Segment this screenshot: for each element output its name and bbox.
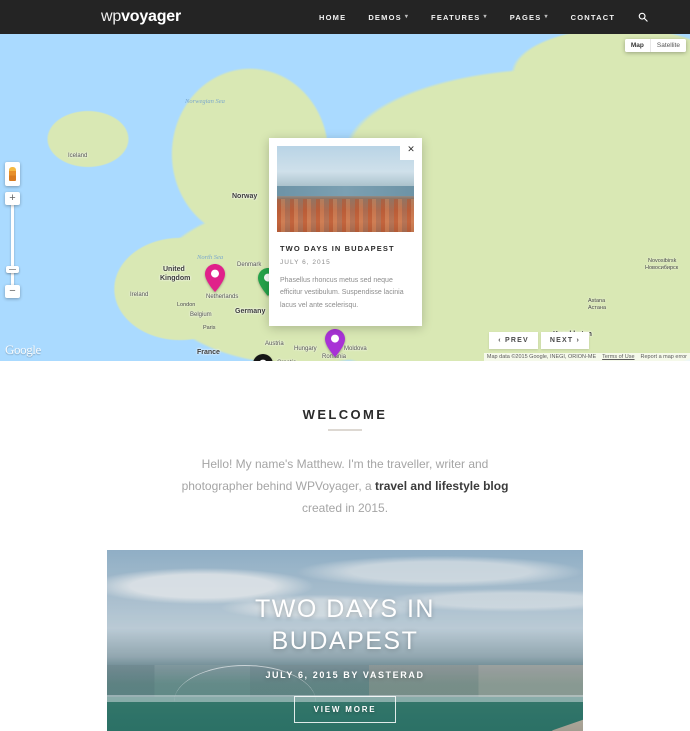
welcome-intro-highlight[interactable]: travel and lifestyle blog [375, 479, 508, 493]
map-country-label: Kingdom [160, 275, 191, 282]
popup-thumbnail-image [277, 146, 414, 232]
google-logo: Google [5, 342, 41, 357]
pegman-streetview-icon[interactable] [5, 162, 20, 186]
chevron-down-icon: ▾ [544, 13, 549, 20]
marker-romania[interactable] [325, 329, 345, 357]
terms-of-use-link[interactable]: Terms of Use [599, 353, 638, 361]
nav-label-pages: PAGES [509, 12, 542, 22]
map-sea-label: North Sea [197, 254, 224, 261]
nav-item-demos[interactable]: DEMOS ▾ [357, 13, 420, 22]
map-type-map-button[interactable]: Map [624, 39, 650, 52]
map-info-popup: ✕ TWO DAYS IN BUDAPEST JULY 6, 2015 Phas… [269, 138, 422, 326]
nav-item-home[interactable]: HOME [308, 13, 357, 22]
view-more-button[interactable]: VIEW MORE [293, 695, 397, 723]
map-city-label: London [177, 302, 196, 308]
map-data-credit: Map data ©2015 Google, INEGI, ORION-ME [483, 353, 600, 361]
hero-title-line1: TWO DAYS IN [255, 594, 435, 623]
hero-title-line2: BUDAPEST [271, 626, 419, 655]
nav-item-contact[interactable]: CONTACT [560, 13, 627, 22]
map-country-label: Iceland [68, 153, 88, 159]
welcome-section: WELCOME Hello! My name's Matthew. I'm th… [0, 361, 690, 520]
welcome-intro-text: Hello! My name's Matthew. I'm the travel… [165, 453, 525, 520]
map-country-label: Austria [265, 341, 284, 347]
map-country-label: Hungary [294, 346, 317, 352]
map-country-label: Croatia [277, 360, 296, 361]
map-country-label: Netherlands [206, 294, 239, 300]
zoom-slider-track[interactable] [6, 203, 19, 287]
nav-label-home: HOME [319, 12, 347, 22]
welcome-heading: WELCOME [302, 407, 388, 422]
prev-button[interactable]: ‹ PREV [489, 332, 538, 349]
map-country-label: United [163, 266, 185, 273]
map-city-label: Paris [203, 325, 216, 331]
popup-body: TWO DAYS IN BUDAPEST JULY 6, 2015 Phasel… [269, 232, 422, 326]
map-slider-nav: ‹ PREV NEXT › [489, 332, 589, 349]
logo-text-bold: voyager [121, 8, 182, 25]
marker-netherlands[interactable] [205, 264, 225, 292]
nav-label-contact: CONTACT [570, 12, 616, 22]
zoom-in-button[interactable]: + [5, 192, 20, 205]
map-city-label: Астана [588, 305, 607, 311]
map-country-label: Belgium [190, 312, 212, 318]
site-logo[interactable]: wpvoyager [101, 8, 181, 26]
nav-item-features[interactable]: FEATURES ▾ [420, 13, 499, 22]
map-country-label: France [197, 349, 220, 356]
map-type-control: Map Satellite [624, 39, 686, 52]
map-city-label: Novosibirsk [648, 258, 677, 264]
nav-item-pages[interactable]: PAGES ▾ [499, 13, 560, 22]
popup-date: JULY 6, 2015 [280, 259, 331, 266]
map-section[interactable]: Norwegian Sea North Sea Black Sea Caspia… [0, 34, 690, 361]
nav-label-demos: DEMOS [368, 12, 402, 22]
chevron-down-icon: ▾ [483, 13, 488, 20]
map-country-label: Moldova [344, 346, 367, 352]
zoom-out-button[interactable]: − [5, 285, 20, 298]
map-city-label: Новосибирск [645, 265, 679, 271]
marker-rome[interactable] [253, 354, 273, 361]
next-button[interactable]: NEXT › [540, 332, 589, 349]
popup-excerpt: Phasellus rhoncus metus sed neque effici… [280, 277, 404, 309]
close-icon[interactable]: ✕ [400, 138, 422, 160]
site-header: wpvoyager HOME DEMOS ▾ FEATURES ▾ PAGES … [0, 0, 690, 34]
hero-meta: JULY 6, 2015 BY VASTERAD [265, 669, 425, 680]
hero-content: TWO DAYS IN BUDAPEST JULY 6, 2015 BY VAS… [107, 550, 583, 731]
map-type-satellite-button[interactable]: Satellite [649, 39, 686, 52]
nav-label-features: FEATURES [431, 12, 481, 22]
map-city-label: Astana [588, 298, 606, 304]
welcome-intro-part2: created in 2015. [301, 501, 389, 516]
zoom-slider-thumb[interactable] [6, 266, 19, 273]
chevron-down-icon: ▾ [404, 13, 410, 20]
map-country-label: Norway [232, 193, 258, 200]
map-country-label: Ireland [130, 292, 149, 298]
heading-divider [328, 429, 362, 431]
search-icon[interactable] [626, 12, 656, 22]
main-navigation: HOME DEMOS ▾ FEATURES ▾ PAGES ▾ CONTACT [308, 12, 656, 22]
map-country-label: Germany [235, 308, 266, 315]
map-sea-label: Norwegian Sea [185, 98, 225, 105]
featured-post-card[interactable]: TWO DAYS IN BUDAPEST JULY 6, 2015 BY VAS… [107, 549, 583, 731]
logo-text-light: wp [101, 8, 122, 25]
hero-title[interactable]: TWO DAYS IN BUDAPEST [255, 593, 435, 657]
popup-title[interactable]: TWO DAYS IN BUDAPEST [280, 244, 411, 253]
report-map-error-link[interactable]: Report a map error [637, 353, 690, 361]
map-zoom-control: + − [5, 192, 20, 298]
map-attribution: Map data ©2015 Google, INEGI, ORION-ME T… [483, 353, 690, 361]
